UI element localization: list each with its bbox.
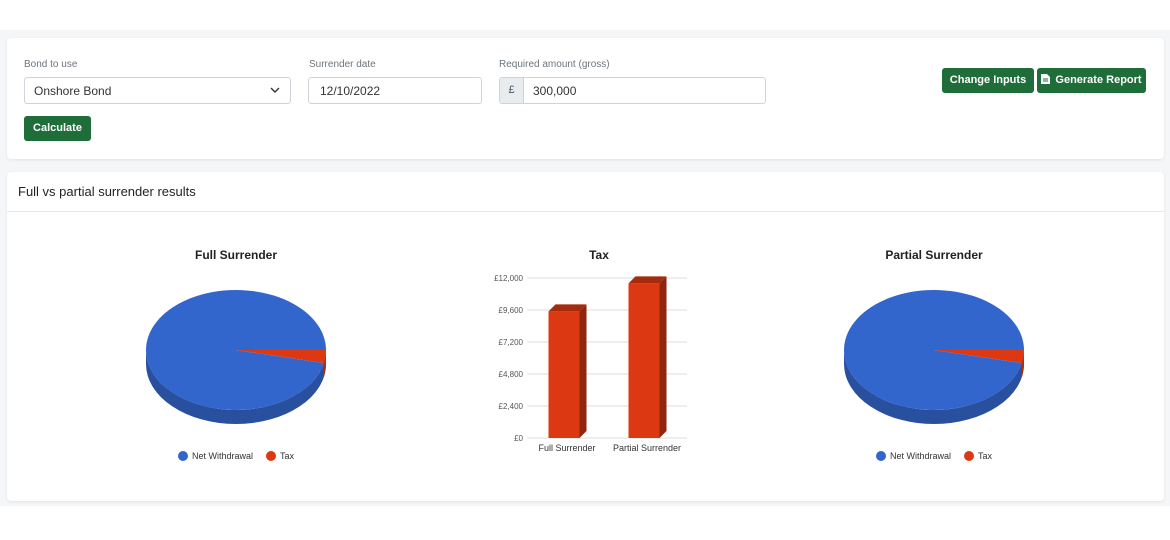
legend-item-tax: Tax [266, 451, 294, 461]
y-tick-label: £9,600 [499, 306, 524, 315]
calculate-button[interactable]: Calculate [24, 116, 91, 141]
partial-surrender-pie-chart [844, 289, 1024, 424]
legend-label: Net Withdrawal [890, 451, 952, 461]
legend-swatch-net-withdrawal [178, 451, 188, 461]
amount-input-group[interactable]: £ 300,000 [499, 77, 766, 104]
pie-slice-net-withdrawal[interactable] [844, 289, 1024, 410]
pie-slice-net-withdrawal[interactable] [146, 289, 326, 410]
surrender-date-input[interactable]: 12/10/2022 [308, 77, 482, 104]
bar-side [579, 304, 587, 438]
full-surrender-legend: Net Withdrawal Tax [178, 451, 302, 461]
y-tick-label: £4,800 [499, 370, 524, 379]
legend-label: Net Withdrawal [192, 451, 254, 461]
y-tick-label: £2,400 [499, 402, 524, 411]
y-tick-label: £0 [514, 434, 523, 443]
bond-select[interactable]: Onshore Bond [24, 77, 291, 104]
amount-label: Required amount (gross) [499, 59, 610, 70]
x-tick-label: Full Surrender [538, 443, 595, 453]
generate-report-button[interactable]: Generate Report [1037, 68, 1146, 93]
legend-swatch-tax [266, 451, 277, 461]
legend-label: Tax [978, 451, 993, 461]
legend-swatch-tax [964, 451, 975, 461]
legend-item-tax: Tax [964, 451, 992, 461]
full-surrender-pie-chart [146, 289, 326, 424]
divider [7, 211, 1164, 212]
x-tick-label: Partial Surrender [613, 443, 681, 453]
bond-label: Bond to use [24, 59, 78, 70]
inputs-card: Bond to use Onshore Bond Surrender date … [7, 38, 1164, 159]
bar-side [659, 276, 667, 438]
partial-surrender-chart-title: Partial Surrender [885, 248, 983, 262]
bar-full-surrender[interactable] [548, 311, 580, 438]
amount-input[interactable]: 300,000 [533, 84, 576, 98]
results-title: Full vs partial surrender results [18, 184, 196, 199]
partial-surrender-legend: Net Withdrawal Tax [876, 451, 1000, 461]
chevron-down-icon [270, 87, 280, 93]
bar-partial-surrender[interactable] [628, 283, 660, 438]
legend-item-net-withdrawal: Net Withdrawal [876, 451, 951, 461]
tax-chart-title: Tax [589, 248, 609, 262]
document-icon [1041, 74, 1051, 84]
page: Bond to use Onshore Bond Surrender date … [0, 0, 1170, 540]
currency-prefix: £ [500, 78, 524, 103]
legend-label: Tax [280, 451, 295, 461]
y-tick-label: £12,000 [494, 274, 523, 283]
legend-swatch-net-withdrawal [876, 451, 886, 461]
bond-select-value: Onshore Bond [34, 84, 112, 98]
results-card: Full vs partial surrender results Full S… [7, 172, 1164, 501]
tax-bar-chart: £0 £2,400 £4,800 £7,200 £9,600 £12,000 Full Su… [494, 274, 687, 453]
full-surrender-chart-title: Full Surrender [194, 248, 277, 262]
generate-report-label: Generate Report [1055, 74, 1142, 86]
legend-item-net-withdrawal: Net Withdrawal [178, 451, 253, 461]
y-tick-label: £7,200 [499, 338, 524, 347]
change-inputs-button[interactable]: Change Inputs [942, 68, 1034, 93]
date-label: Surrender date [309, 59, 376, 70]
